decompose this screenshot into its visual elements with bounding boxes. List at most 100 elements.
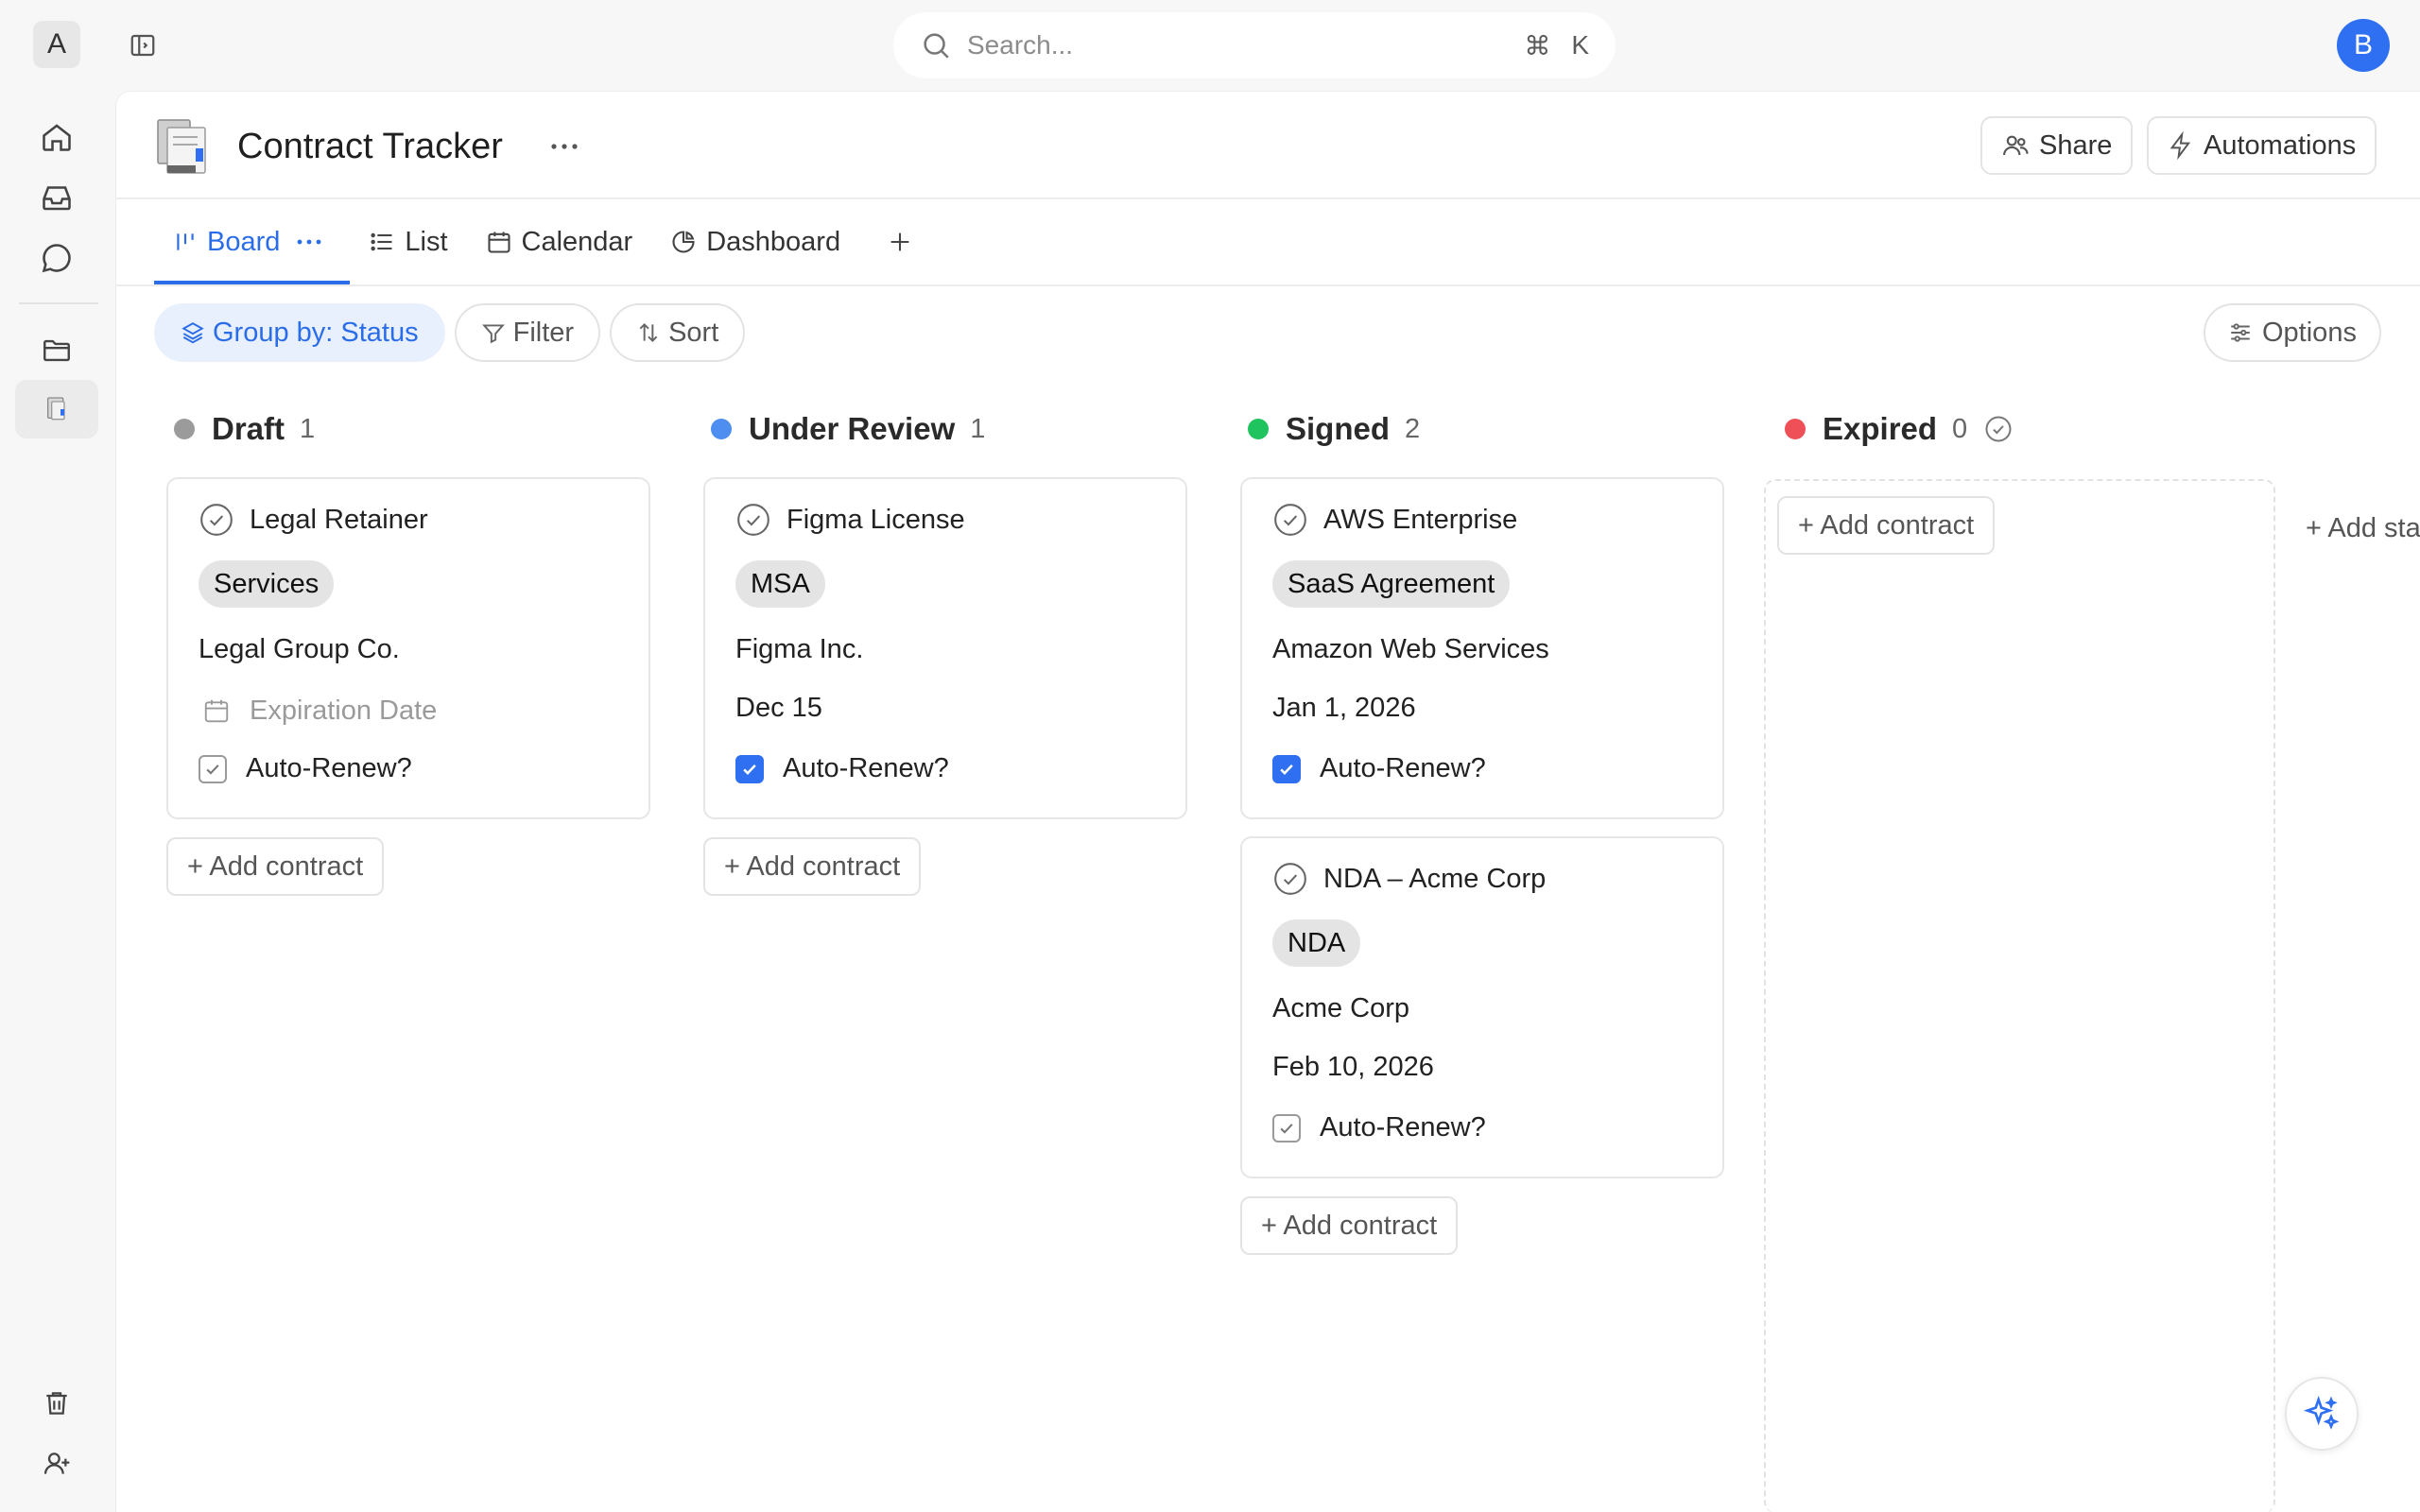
column-header: Under Review 1 xyxy=(703,404,1187,455)
check-circle-icon[interactable] xyxy=(735,502,771,538)
status-dot xyxy=(1785,419,1806,439)
automations-button[interactable]: Automations xyxy=(2147,116,2377,175)
card-date[interactable]: Jan 1, 2026 xyxy=(1272,693,1416,724)
card-date[interactable]: Feb 10, 2026 xyxy=(1272,1052,1434,1083)
add-member-icon[interactable] xyxy=(15,1435,98,1493)
status-dot xyxy=(1248,419,1269,439)
column-expired: Expired 0 xyxy=(1777,404,2261,455)
options-button[interactable]: Options xyxy=(2204,303,2381,362)
automations-label: Automations xyxy=(2204,129,2357,161)
calendar-icon xyxy=(487,232,510,253)
contract-type-tag: SaaS Agreement xyxy=(1272,560,1511,608)
card-date: Expiration Date xyxy=(250,695,438,726)
shortcut-cmd: ⌘ xyxy=(1524,30,1551,60)
sort-icon xyxy=(639,322,658,343)
tab-more-icon[interactable] xyxy=(297,238,331,246)
tab-board-label: Board xyxy=(207,226,281,257)
search-input[interactable]: Search... ⌘ K xyxy=(893,12,1616,78)
add-status-button[interactable]: + Add sta xyxy=(2306,513,2420,544)
card-company: Legal Group Co. xyxy=(199,634,400,664)
auto-renew-row: Auto-Renew? xyxy=(199,753,412,784)
workspace-switcher[interactable]: A xyxy=(33,21,80,68)
page-emoji-icon[interactable] xyxy=(154,116,215,177)
column-count: 0 xyxy=(1952,413,1968,444)
group-by-button[interactable]: Group by: Status xyxy=(154,303,445,362)
chat-icon[interactable] xyxy=(15,229,98,287)
auto-renew-checkbox[interactable] xyxy=(735,754,764,783)
contract-card[interactable]: Legal Retainer Services Legal Group Co. … xyxy=(166,477,650,819)
column-under-review: Under Review 1 xyxy=(703,404,1187,455)
auto-renew-checkbox[interactable] xyxy=(1272,754,1301,783)
column-signed: Signed 2 xyxy=(1240,404,1724,455)
main-panel: Contract Tracker Share Automations Board xyxy=(115,91,2420,1512)
home-icon[interactable] xyxy=(15,108,98,166)
tab-calendar[interactable]: Calendar xyxy=(467,199,652,284)
contract-card[interactable]: Figma License MSA Figma Inc. Dec 15 Auto… xyxy=(703,477,1187,819)
card-title-row: AWS Enterprise xyxy=(1272,502,1517,538)
check-circle-icon[interactable] xyxy=(199,502,234,538)
tab-board[interactable]: Board xyxy=(154,199,351,284)
add-contract-button[interactable]: + Add contract xyxy=(1777,496,1996,555)
sort-label: Sort xyxy=(668,317,719,348)
check-circle-icon[interactable] xyxy=(1272,502,1308,538)
add-contract-button[interactable]: + Add contract xyxy=(166,837,385,896)
column-header: Signed 2 xyxy=(1240,404,1724,455)
column-draft: Draft 1 xyxy=(166,404,650,455)
search-placeholder: Search... xyxy=(967,30,1074,60)
check-circle-icon[interactable] xyxy=(1984,415,2013,443)
sort-button[interactable]: Sort xyxy=(610,303,746,362)
board-icon xyxy=(177,233,194,250)
sliders-icon xyxy=(2231,323,2250,342)
card-date-row[interactable]: Expiration Date xyxy=(199,693,437,729)
more-options-icon[interactable] xyxy=(544,128,585,165)
auto-renew-row: Auto-Renew? xyxy=(1272,753,1486,784)
users-icon xyxy=(2003,135,2029,156)
tab-list[interactable]: List xyxy=(350,199,466,284)
card-company: Amazon Web Services xyxy=(1272,634,1549,664)
tab-list-label: List xyxy=(405,226,448,257)
ai-assistant-sparkle-icon[interactable] xyxy=(2285,1377,2359,1451)
auto-renew-label: Auto-Renew? xyxy=(246,753,412,783)
trash-icon[interactable] xyxy=(15,1374,98,1433)
column-count: 1 xyxy=(300,413,316,444)
lightning-icon xyxy=(2169,131,2191,160)
list-icon xyxy=(371,232,392,251)
app-window: A Search... ⌘ K B Contract Tracker Share… xyxy=(0,0,2420,1512)
column-header: Expired 0 xyxy=(1777,404,2261,455)
card-title: AWS Enterprise xyxy=(1323,504,1518,535)
folder-icon[interactable] xyxy=(15,321,98,380)
sidebar-toggle-icon[interactable] xyxy=(124,26,162,64)
group-by-label: Group by: Status xyxy=(213,317,419,348)
user-avatar[interactable]: B xyxy=(2337,19,2390,72)
card-title: Figma License xyxy=(786,504,965,535)
column-title: Expired xyxy=(1823,411,1938,446)
share-button[interactable]: Share xyxy=(1980,116,2134,175)
contract-card[interactable]: NDA – Acme Corp NDA Acme Corp Feb 10, 20… xyxy=(1240,836,1724,1178)
column-count: 2 xyxy=(1405,413,1421,444)
shortcut-key: K xyxy=(1571,30,1589,60)
card-date[interactable]: Dec 15 xyxy=(735,693,822,724)
inbox-icon[interactable] xyxy=(15,168,98,227)
contract-type-tag: NDA xyxy=(1272,919,1361,967)
page-title: Contract Tracker xyxy=(237,127,503,166)
auto-renew-label: Auto-Renew? xyxy=(783,753,949,783)
contract-tracker-page-icon[interactable] xyxy=(15,380,98,438)
empty-column-dropzone[interactable] xyxy=(1764,479,2275,1512)
add-contract-button[interactable]: + Add contract xyxy=(1240,1196,1459,1255)
column-header: Draft 1 xyxy=(166,404,650,455)
auto-renew-checkbox[interactable] xyxy=(199,754,227,783)
auto-renew-checkbox[interactable] xyxy=(1272,1113,1301,1143)
add-view-icon[interactable] xyxy=(876,218,924,266)
column-title: Signed xyxy=(1286,411,1391,446)
filter-label: Filter xyxy=(512,317,575,348)
card-company: Acme Corp xyxy=(1272,993,1410,1023)
filter-icon xyxy=(481,324,505,344)
card-title-row: Legal Retainer xyxy=(199,502,428,538)
top-bar: A Search... ⌘ K B xyxy=(0,0,2420,91)
tab-dashboard[interactable]: Dashboard xyxy=(651,199,859,284)
check-circle-icon[interactable] xyxy=(1272,861,1308,897)
add-contract-button[interactable]: + Add contract xyxy=(703,837,922,896)
contract-card[interactable]: AWS Enterprise SaaS Agreement Amazon Web… xyxy=(1240,477,1724,819)
options-label: Options xyxy=(2262,317,2357,348)
filter-button[interactable]: Filter xyxy=(454,303,601,362)
